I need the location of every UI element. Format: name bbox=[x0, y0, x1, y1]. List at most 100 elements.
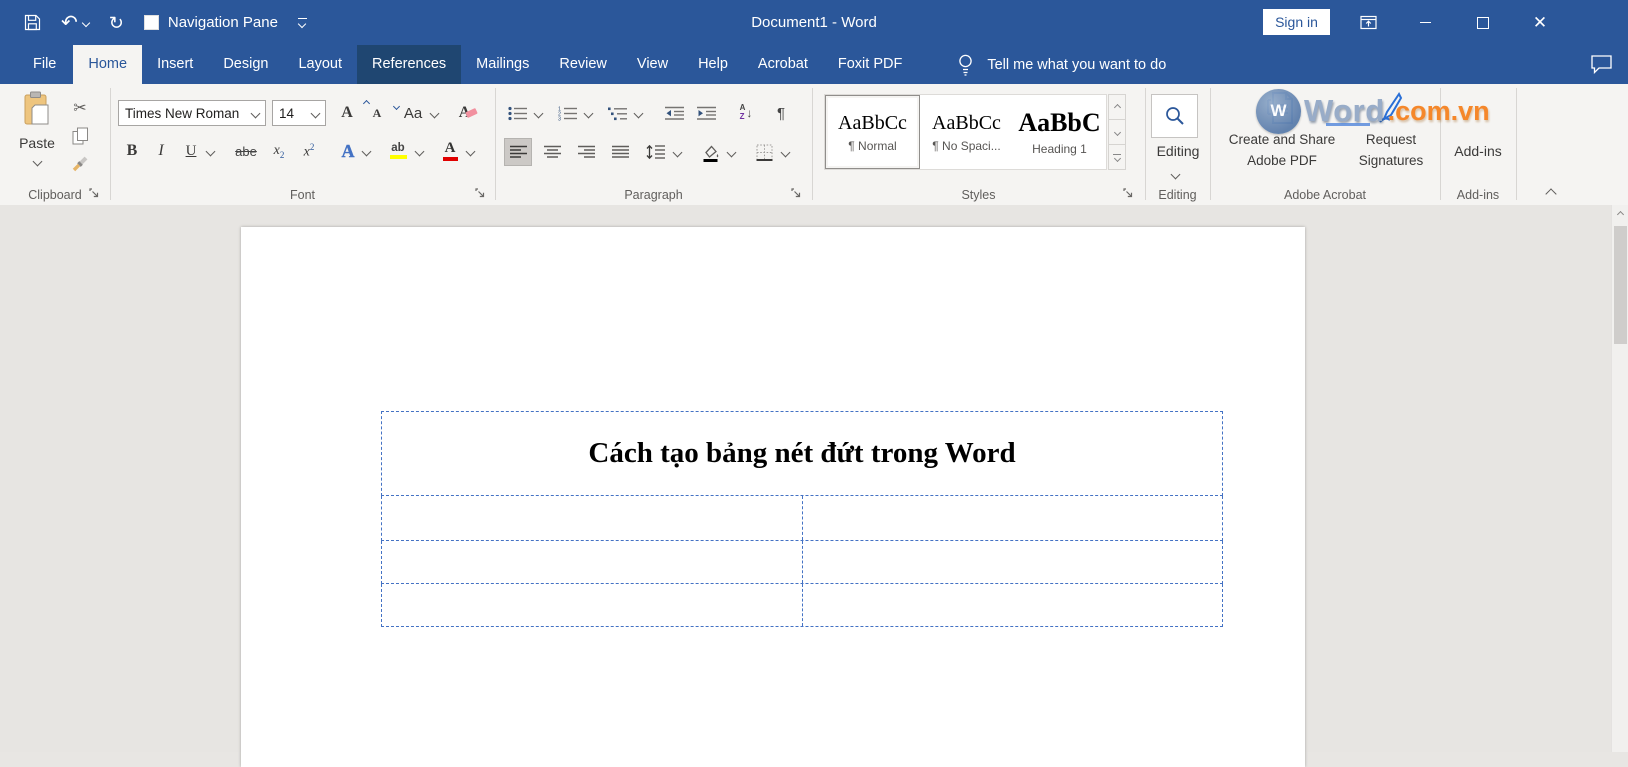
paste-dropdown-icon[interactable] bbox=[32, 156, 42, 167]
grow-font-button[interactable]: A bbox=[333, 99, 371, 126]
text-effects-dropdown-icon[interactable] bbox=[360, 138, 372, 164]
table-cell[interactable] bbox=[382, 584, 803, 626]
multilevel-list-button[interactable] bbox=[606, 100, 630, 126]
table-cell[interactable] bbox=[803, 496, 1223, 540]
editing-dropdown-icon[interactable] bbox=[1170, 165, 1181, 183]
customize-quick-access-icon[interactable] bbox=[297, 18, 307, 29]
create-share-adobe-pdf-button[interactable]: Create and Share Adobe PDF bbox=[1216, 90, 1348, 172]
copy-button[interactable] bbox=[66, 124, 94, 148]
bullets-dropdown-icon[interactable] bbox=[532, 100, 544, 126]
format-painter-button[interactable] bbox=[66, 152, 94, 176]
scrollbar-thumb[interactable] bbox=[1614, 226, 1627, 344]
tab-layout[interactable]: Layout bbox=[283, 45, 357, 84]
show-formatting-marks-button[interactable]: ¶ bbox=[770, 100, 792, 126]
maximize-button[interactable] bbox=[1468, 0, 1498, 45]
minimize-button[interactable] bbox=[1410, 0, 1440, 45]
tell-me-box[interactable]: Tell me what you want to do bbox=[957, 45, 1166, 84]
strikethrough-button[interactable]: abe bbox=[228, 138, 264, 164]
save-icon[interactable] bbox=[24, 14, 41, 31]
bold-button[interactable]: B bbox=[120, 138, 144, 164]
styles-scroll-up-icon[interactable] bbox=[1109, 95, 1125, 120]
italic-button[interactable]: I bbox=[150, 138, 172, 164]
feedback-bubble-icon[interactable] bbox=[1590, 54, 1613, 74]
table-cell[interactable] bbox=[382, 496, 803, 540]
table-cell[interactable] bbox=[803, 541, 1223, 583]
table-cell[interactable] bbox=[382, 541, 803, 583]
underline-button[interactable]: U bbox=[180, 138, 202, 164]
styles-dialog-launcher-icon[interactable] bbox=[1122, 187, 1135, 200]
tab-foxit-pdf[interactable]: Foxit PDF bbox=[823, 45, 917, 84]
tab-view[interactable]: View bbox=[622, 45, 683, 84]
change-case-dropdown-icon[interactable] bbox=[428, 100, 440, 126]
scroll-up-icon[interactable] bbox=[1612, 205, 1628, 224]
tab-mailings[interactable]: Mailings bbox=[461, 45, 544, 84]
undo-dropdown-icon[interactable] bbox=[81, 18, 91, 27]
table-cell[interactable] bbox=[803, 584, 1223, 626]
style-normal[interactable]: AaBbCc ¶ Normal bbox=[825, 95, 920, 169]
style-no-spacing[interactable]: AaBbCc ¶ No Spaci... bbox=[920, 95, 1013, 169]
font-size-combobox[interactable]: 14 bbox=[272, 100, 326, 126]
shading-dropdown-icon[interactable] bbox=[725, 139, 737, 165]
document-page[interactable]: Cách tạo bảng nét đứt trong Word bbox=[241, 227, 1305, 767]
paragraph-dialog-launcher-icon[interactable] bbox=[790, 187, 803, 200]
tab-insert[interactable]: Insert bbox=[142, 45, 208, 84]
tab-home[interactable]: Home bbox=[73, 45, 143, 84]
numbering-dropdown-icon[interactable] bbox=[582, 100, 594, 126]
vertical-scrollbar[interactable] bbox=[1611, 205, 1628, 752]
justify-button[interactable] bbox=[606, 138, 634, 166]
tab-file[interactable]: File bbox=[16, 45, 73, 84]
editing-label[interactable]: Editing bbox=[1145, 143, 1211, 159]
text-highlight-button[interactable]: ab bbox=[384, 138, 412, 164]
font-color-button[interactable]: A bbox=[437, 138, 463, 164]
change-case-button[interactable]: Aa bbox=[398, 100, 428, 126]
font-size-dropdown-icon[interactable] bbox=[310, 108, 321, 118]
font-name-combobox[interactable]: Times New Roman bbox=[118, 100, 266, 126]
line-spacing-button[interactable] bbox=[642, 138, 670, 166]
ribbon-display-options-icon[interactable] bbox=[1353, 0, 1383, 45]
text-effects-button[interactable]: A bbox=[336, 138, 360, 164]
decrease-indent-button[interactable] bbox=[662, 100, 688, 126]
text-highlight-dropdown-icon[interactable] bbox=[413, 138, 425, 164]
line-spacing-dropdown-icon[interactable] bbox=[671, 139, 683, 165]
font-name-dropdown-icon[interactable] bbox=[250, 108, 261, 118]
styles-gallery-expand-icon[interactable] bbox=[1109, 145, 1125, 169]
tab-design[interactable]: Design bbox=[208, 45, 283, 84]
navigation-pane-toggle[interactable]: Navigation Pane bbox=[143, 14, 278, 31]
multilevel-dropdown-icon[interactable] bbox=[632, 100, 644, 126]
increase-indent-button[interactable] bbox=[694, 100, 720, 126]
align-right-button[interactable] bbox=[572, 138, 600, 166]
align-center-button[interactable] bbox=[538, 138, 566, 166]
align-left-button[interactable] bbox=[504, 138, 532, 166]
shading-button[interactable] bbox=[696, 138, 724, 166]
cut-button[interactable]: ✂ bbox=[66, 96, 94, 120]
add-ins-button[interactable]: Add-ins bbox=[1440, 143, 1516, 159]
superscript-button[interactable]: x2 bbox=[296, 138, 322, 164]
shrink-font-button[interactable]: A bbox=[363, 100, 401, 126]
bullets-button[interactable] bbox=[506, 100, 530, 126]
borders-button[interactable] bbox=[750, 138, 778, 166]
borders-dropdown-icon[interactable] bbox=[779, 139, 791, 165]
table-header-cell[interactable]: Cách tạo bảng nét đứt trong Word bbox=[381, 411, 1223, 496]
close-button[interactable]: ✕ bbox=[1525, 0, 1555, 45]
font-color-dropdown-icon[interactable] bbox=[464, 138, 476, 164]
clipboard-dialog-launcher-icon[interactable] bbox=[88, 187, 101, 200]
editing-find-button[interactable] bbox=[1151, 94, 1198, 138]
clear-formatting-button[interactable]: A bbox=[452, 100, 484, 126]
collapse-ribbon-icon[interactable] bbox=[1545, 185, 1557, 203]
numbering-button[interactable]: 1 2 3 bbox=[556, 100, 580, 126]
redo-icon[interactable]: ↻ bbox=[109, 14, 124, 32]
paste-button[interactable]: Paste bbox=[8, 90, 66, 188]
styles-scroll-down-icon[interactable] bbox=[1109, 120, 1125, 145]
font-dialog-launcher-icon[interactable] bbox=[474, 187, 487, 200]
tab-references[interactable]: References bbox=[357, 45, 462, 84]
sign-in-button[interactable]: Sign in bbox=[1263, 9, 1330, 35]
tab-help[interactable]: Help bbox=[683, 45, 743, 84]
undo-button[interactable]: ↶ bbox=[61, 13, 91, 33]
navigation-pane-checkbox[interactable] bbox=[143, 15, 159, 30]
tab-review[interactable]: Review bbox=[544, 45, 622, 84]
request-signatures-button[interactable]: Request Signatures bbox=[1348, 90, 1434, 172]
tab-acrobat[interactable]: Acrobat bbox=[743, 45, 823, 84]
subscript-button[interactable]: x2 bbox=[266, 138, 292, 164]
sort-button[interactable]: A Z ↓ bbox=[732, 100, 760, 126]
underline-dropdown-icon[interactable] bbox=[204, 138, 216, 164]
